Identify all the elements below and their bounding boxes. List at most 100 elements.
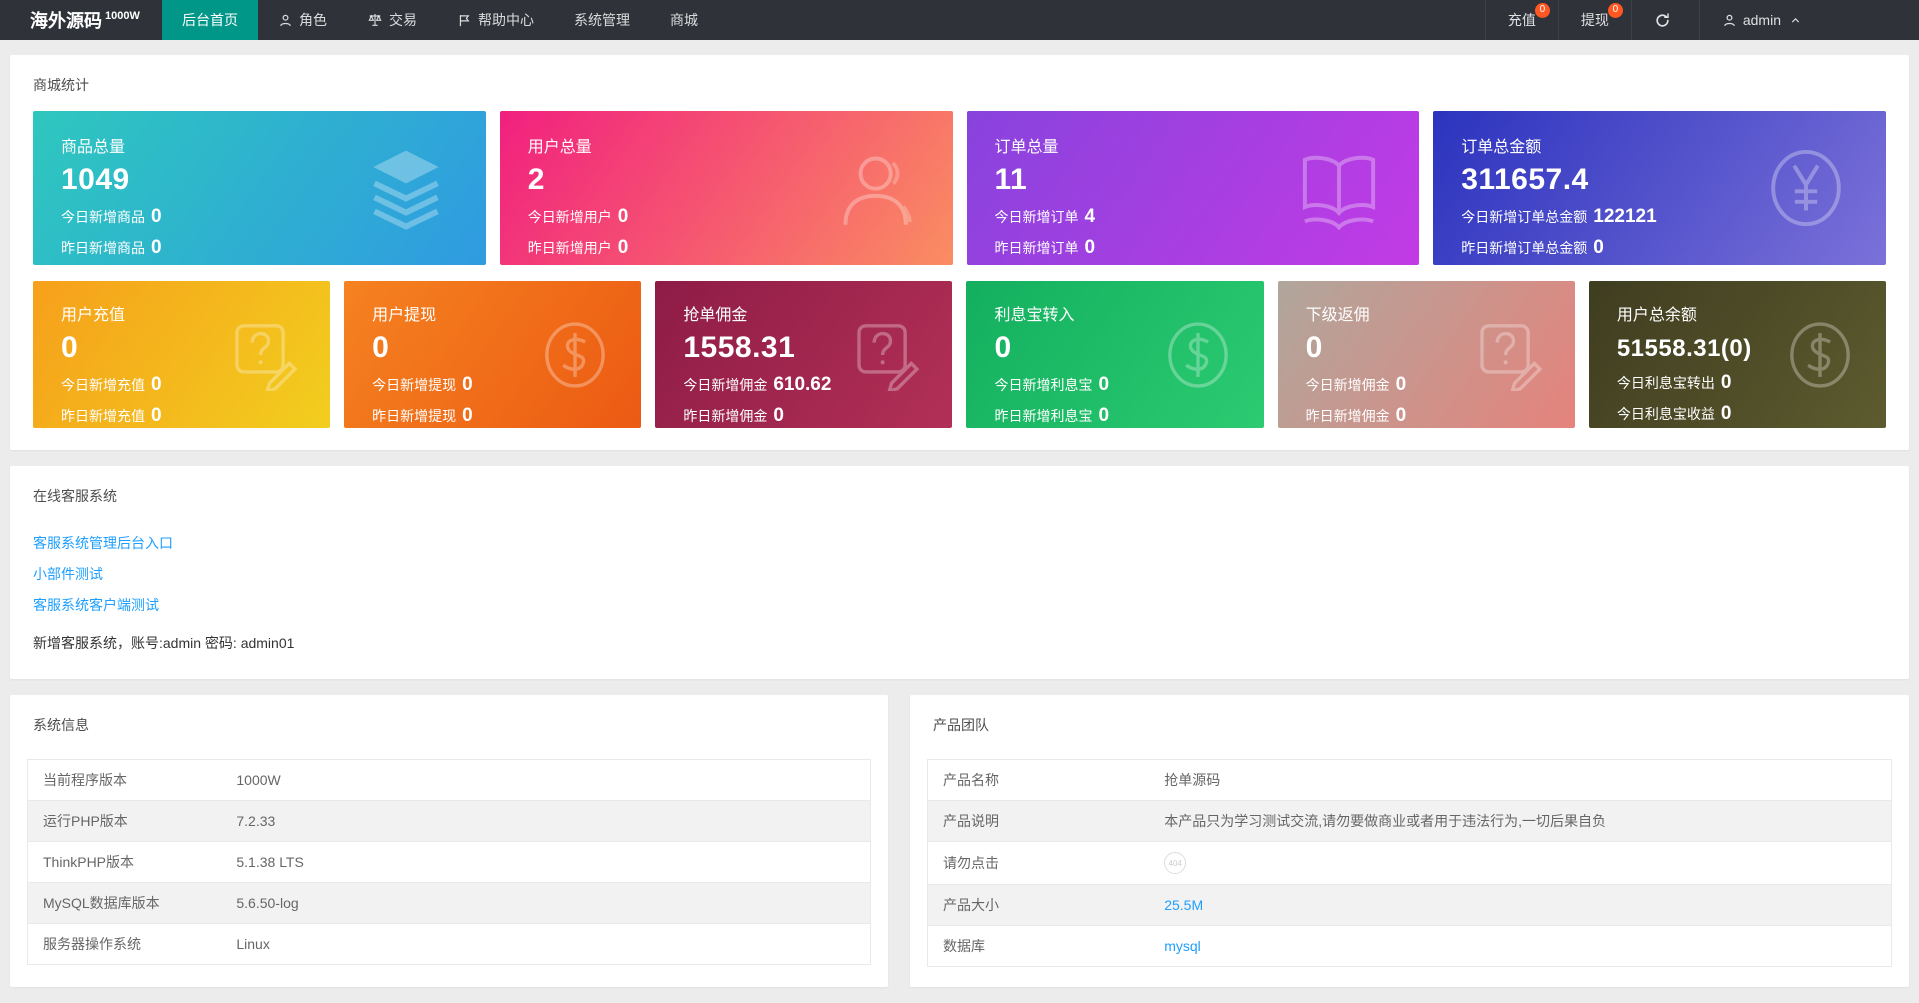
scales-icon: [367, 12, 383, 28]
stat-card: 下级返佣 0 今日新增佣金 0 昨日新增佣金 0: [1277, 281, 1575, 428]
stat-card-yesterday-line: 昨日新增商品 0: [61, 237, 162, 258]
service-link[interactable]: 小部件测试: [33, 564, 1886, 584]
table-row-label: ThinkPHP版本: [27, 841, 222, 883]
person-icon: [278, 13, 293, 28]
flag-icon: [457, 13, 472, 28]
system-info-panel: 系统信息 当前程序版本 1000W 运行PHP版本 7.2.33 ThinkPH…: [10, 695, 888, 987]
refresh-icon: [1654, 12, 1671, 29]
user-icon: [831, 146, 915, 230]
nav-item-label: 系统管理: [574, 12, 630, 28]
nav-item-label: 后台首页: [182, 12, 238, 28]
system-table: 当前程序版本 1000W 运行PHP版本 7.2.33 ThinkPHP版本 5…: [27, 759, 871, 965]
table-row-label: 服务器操作系统: [27, 923, 222, 965]
table-row-value: 7.2.33: [221, 800, 871, 842]
chevron-up-icon: [1789, 14, 1802, 27]
recharge-button[interactable]: 充值 0: [1484, 0, 1558, 40]
stat-row1: 商品总量 1049 今日新增商品 0 昨日新增商品 0 用户总量 2 今日新增用户 0…: [33, 111, 1886, 265]
table-row-label: 产品大小: [927, 884, 1150, 926]
nav-item-label: 商城: [670, 12, 698, 28]
stat-card-yesterday-line: 昨日新增佣金 0: [1305, 405, 1407, 426]
table-row-label: 当前程序版本: [27, 759, 222, 801]
recharge-badge: 0: [1534, 3, 1550, 18]
username: admin: [1742, 12, 1781, 28]
stat-card-yesterday-line: 今日利息宝收益 0: [1616, 403, 1732, 424]
stat-card: 订单总量 11 今日新增订单 4 昨日新增订单 0: [966, 111, 1420, 265]
table-row: ThinkPHP版本 5.1.38 LTS: [27, 841, 871, 883]
table-row-value: 5.6.50-log: [221, 882, 871, 924]
main-content: 商城统计 商品总量 1049 今日新增商品 0 昨日新增商品 0 用户总量 2 今日…: [0, 40, 1919, 1003]
question-pencil-icon: [850, 319, 922, 393]
nav-item-1[interactable]: 后台首页: [162, 0, 258, 40]
stats-panel: 商城统计 商品总量 1049 今日新增商品 0 昨日新增商品 0 用户总量 2 今日…: [10, 55, 1909, 450]
table-row-value: 1000W: [221, 759, 871, 801]
table-row: 服务器操作系统 Linux: [27, 923, 871, 965]
service-links: 客服系统管理后台入口 小部件测试客服系统客户端测试: [33, 533, 1886, 615]
table-row-label: MySQL数据库版本: [27, 882, 222, 924]
table-row: 数据库 mysql: [927, 925, 1892, 967]
nav-right: 充值 0 提现 0 admin: [1484, 0, 1824, 40]
table-row: 产品说明 本产品只为学习测试交流,请勿要做商业或者用于违法行为,一切后果自负: [927, 800, 1892, 842]
product-table: 产品名称 抢单源码 产品说明 本产品只为学习测试交流,请勿要做商业或者用于违法行…: [927, 759, 1892, 967]
system-panel-title: 系统信息: [33, 717, 89, 733]
service-link[interactable]: 客服系统管理后台入口: [33, 533, 1886, 553]
app-logo: 海外源码 1000W: [0, 0, 162, 40]
stats-panel-title: 商城统计: [33, 77, 89, 93]
user-menu[interactable]: admin: [1698, 0, 1824, 40]
stat-card: 用户总余额 51558.31(0) 今日利息宝转出 0 今日利息宝收益 0: [1588, 281, 1886, 428]
table-row-value: 5.1.38 LTS: [221, 841, 871, 883]
service-link[interactable]: 客服系统客户端测试: [33, 595, 1886, 615]
table-row-label: 运行PHP版本: [27, 800, 222, 842]
bottom-row: 系统信息 当前程序版本 1000W 运行PHP版本 7.2.33 ThinkPH…: [10, 695, 1909, 1003]
broken-image-placeholder: 404: [1164, 852, 1187, 874]
table-row-value: 本产品只为学习测试交流,请勿要做商业或者用于违法行为,一切后果自负: [1149, 800, 1892, 842]
stat-card: 利息宝转入 0 今日新增利息宝 0 昨日新增利息宝 0: [966, 281, 1264, 428]
question-pencil-icon: [228, 319, 300, 393]
nav-item-2[interactable]: 角色: [258, 0, 347, 40]
stat-card: 用户提现 0 今日新增提现 0 昨日新增提现 0: [344, 281, 642, 428]
app-logo-version: 1000W: [105, 10, 140, 22]
table-row-label: 数据库: [927, 925, 1150, 967]
app-logo-text: 海外源码: [30, 11, 102, 31]
question-pencil-icon: [1473, 319, 1545, 393]
service-panel: 在线客服系统 客服系统管理后台入口 小部件测试 客服系统客户端测试 新增客服系统，账…: [10, 466, 1909, 679]
stat-card-yesterday-line: 昨日新增订单 0: [994, 237, 1096, 258]
product-panel-title: 产品团队: [933, 717, 989, 733]
nav-menu: 后台首页 角色 交易 帮助中心 系统管理 商城: [162, 0, 1485, 40]
refresh-button[interactable]: [1630, 0, 1699, 40]
table-row-label: 请勿点击: [927, 841, 1150, 885]
stat-card: 用户总量 2 今日新增用户 0 昨日新增用户 0: [499, 111, 953, 265]
withdraw-button[interactable]: 提现 0: [1557, 0, 1631, 40]
table-row: 产品大小 25.5M: [927, 884, 1892, 926]
stat-card: 抢单佣金 1558.31 今日新增佣金 610.62 昨日新增佣金 0: [655, 281, 953, 428]
stat-row2: 用户充值 0 今日新增充值 0 昨日新增充值 0 用户提现 0 今日新增提现 0 昨日…: [33, 281, 1886, 428]
stat-card-yesterday-line: 昨日新增提现 0: [372, 405, 473, 426]
table-row-value: 抢单源码: [1149, 759, 1892, 801]
stat-card: 订单总金额 311657.4 今日新增订单总金额 122121 昨日新增订单总金额…: [1433, 111, 1886, 265]
service-panel-title: 在线客服系统: [33, 488, 117, 504]
stat-card-yesterday-line: 昨日新增充值 0: [61, 405, 162, 426]
table-link[interactable]: mysql: [1164, 938, 1201, 954]
nav-item-label: 帮助中心: [478, 12, 534, 28]
book-icon: [1297, 146, 1381, 231]
product-team-panel: 产品团队 产品名称 抢单源码 产品说明 本产品只为学习测试交流,请勿要做商业或者…: [910, 695, 1909, 987]
stat-card-yesterday-line: 昨日新增佣金 0: [683, 405, 784, 426]
layers-icon: [364, 146, 448, 230]
table-row: 产品名称 抢单源码: [927, 759, 1892, 801]
nav-item-6[interactable]: 商城: [650, 0, 718, 40]
stat-card-yesterday-line: 昨日新增用户 0: [527, 237, 629, 258]
table-row: 当前程序版本 1000W: [27, 759, 871, 801]
table-link[interactable]: 25.5M: [1164, 897, 1203, 913]
nav-item-3[interactable]: 交易: [347, 0, 437, 40]
stat-card: 商品总量 1049 今日新增商品 0 昨日新增商品 0: [33, 111, 486, 265]
nav-item-5[interactable]: 系统管理: [554, 0, 650, 40]
withdraw-badge: 0: [1607, 3, 1623, 18]
dollar-circle-icon: [1784, 319, 1856, 391]
yen-circle-icon: [1764, 146, 1848, 230]
nav-item-label: 交易: [389, 12, 417, 28]
stat-card-yesterday-line: 昨日新增利息宝 0: [994, 405, 1110, 426]
table-row: 请勿点击 404: [927, 841, 1892, 885]
table-row-value: 404: [1149, 841, 1892, 885]
nav-item-4[interactable]: 帮助中心: [437, 0, 554, 40]
table-row-value: 25.5M: [1149, 884, 1892, 926]
top-navbar: 海外源码 1000W 后台首页 角色 交易 帮助中心 系统管理 商城 充值 0 …: [0, 0, 1919, 40]
